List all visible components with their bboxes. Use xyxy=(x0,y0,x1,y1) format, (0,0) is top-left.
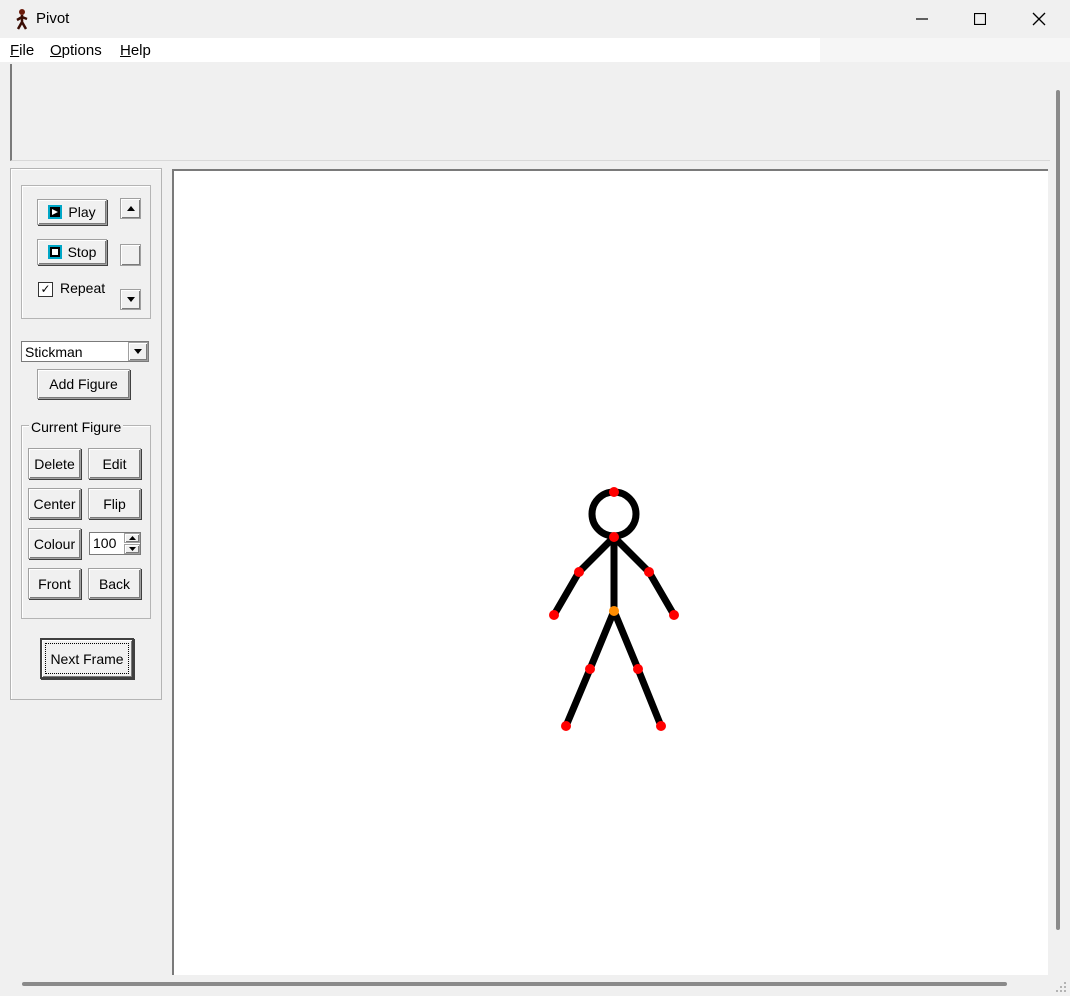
stickman-right-thigh xyxy=(610,607,642,673)
play-button[interactable]: Play xyxy=(37,199,107,225)
stickman-right-shin xyxy=(634,665,665,730)
stop-label: Stop xyxy=(67,244,97,260)
drawing-canvas[interactable] xyxy=(172,169,1048,975)
minimize-icon xyxy=(916,18,928,20)
next-frame-button[interactable]: Next Frame xyxy=(40,638,134,679)
joint-handle-right-knee xyxy=(633,664,643,674)
maximize-button[interactable] xyxy=(951,0,1009,38)
window-title: Pivot xyxy=(36,10,70,27)
stickman-left-forearm xyxy=(550,568,583,619)
menu-options[interactable]: Options xyxy=(50,42,102,59)
resize-grip-icon[interactable] xyxy=(1052,978,1068,994)
horizontal-scrollbar[interactable] xyxy=(22,982,1007,986)
speed-up-button[interactable] xyxy=(120,198,141,219)
play-label: Play xyxy=(68,204,96,220)
menu-options-label: ptions xyxy=(61,42,102,59)
stickman-left-upper-arm xyxy=(575,533,618,576)
minimize-button[interactable] xyxy=(893,0,951,38)
menu-help[interactable]: Help xyxy=(120,42,151,59)
stickman-left-thigh xyxy=(586,607,618,673)
menu-file-label: ile xyxy=(19,42,35,59)
stickman-app-icon xyxy=(16,9,28,30)
colour-button[interactable]: Colour xyxy=(28,528,81,559)
joint-handle-left-foot xyxy=(561,721,571,731)
stickman-right-upper-arm xyxy=(610,533,653,576)
close-icon xyxy=(1032,12,1046,26)
joint-handle-left-hand xyxy=(549,610,559,620)
spin-down-icon xyxy=(128,547,136,551)
stop-icon xyxy=(47,245,62,259)
back-button[interactable]: Back xyxy=(88,568,141,599)
close-button[interactable] xyxy=(1010,0,1068,38)
joint-handle-right-hand xyxy=(669,610,679,620)
center-button[interactable]: Center xyxy=(28,488,81,519)
next-frame-label: Next Frame xyxy=(45,643,129,674)
play-icon xyxy=(48,205,63,219)
origin-handle xyxy=(609,606,619,616)
scale-up-button[interactable] xyxy=(124,533,140,543)
repeat-checkbox[interactable]: ✓ xyxy=(38,282,53,297)
menu-options-accel: O xyxy=(50,42,62,59)
vertical-scrollbar[interactable] xyxy=(1056,90,1060,930)
edit-button[interactable]: Edit xyxy=(88,448,141,479)
speed-slider-thumb[interactable] xyxy=(120,244,141,266)
front-button[interactable]: Front xyxy=(28,568,81,599)
stickman-head xyxy=(588,488,640,540)
delete-button[interactable]: Delete xyxy=(28,448,81,479)
scale-value: 100 xyxy=(93,535,117,551)
add-figure-button[interactable]: Add Figure xyxy=(37,369,130,399)
joint-handle-left-knee xyxy=(585,664,595,674)
joint-handle-head xyxy=(609,487,619,497)
speed-down-button[interactable] xyxy=(120,289,141,310)
menu-help-label: elp xyxy=(130,42,151,59)
current-figure-legend: Current Figure xyxy=(29,419,124,435)
stop-button[interactable]: Stop xyxy=(37,239,107,265)
joint-handle-neck xyxy=(609,532,619,542)
menu-bar-edge xyxy=(820,38,1070,62)
joint-handle-right-foot xyxy=(656,721,666,731)
figure-type-dropdown-button[interactable] xyxy=(128,342,148,361)
stickman-left-shin xyxy=(562,665,594,730)
menu-file-accel: F xyxy=(10,42,20,59)
scale-down-button[interactable] xyxy=(124,544,140,554)
joint-handle-right-elbow xyxy=(644,567,654,577)
menu-help-accel: H xyxy=(120,42,131,59)
repeat-label: Repeat xyxy=(60,280,106,296)
frame-timeline[interactable] xyxy=(10,64,1050,161)
flip-button[interactable]: Flip xyxy=(88,488,141,519)
menu-file[interactable]: File xyxy=(10,42,34,59)
chevron-down-icon xyxy=(134,349,142,354)
maximize-icon xyxy=(974,13,986,25)
joint-handle-left-elbow xyxy=(574,567,584,577)
stickman-right-forearm xyxy=(645,568,678,619)
scroll-up-arrow-icon xyxy=(126,206,135,211)
spin-up-icon xyxy=(128,536,136,540)
scroll-down-arrow-icon xyxy=(126,297,135,302)
figure-type-value: Stickman xyxy=(25,344,83,360)
stickman-figure[interactable] xyxy=(174,171,1048,975)
